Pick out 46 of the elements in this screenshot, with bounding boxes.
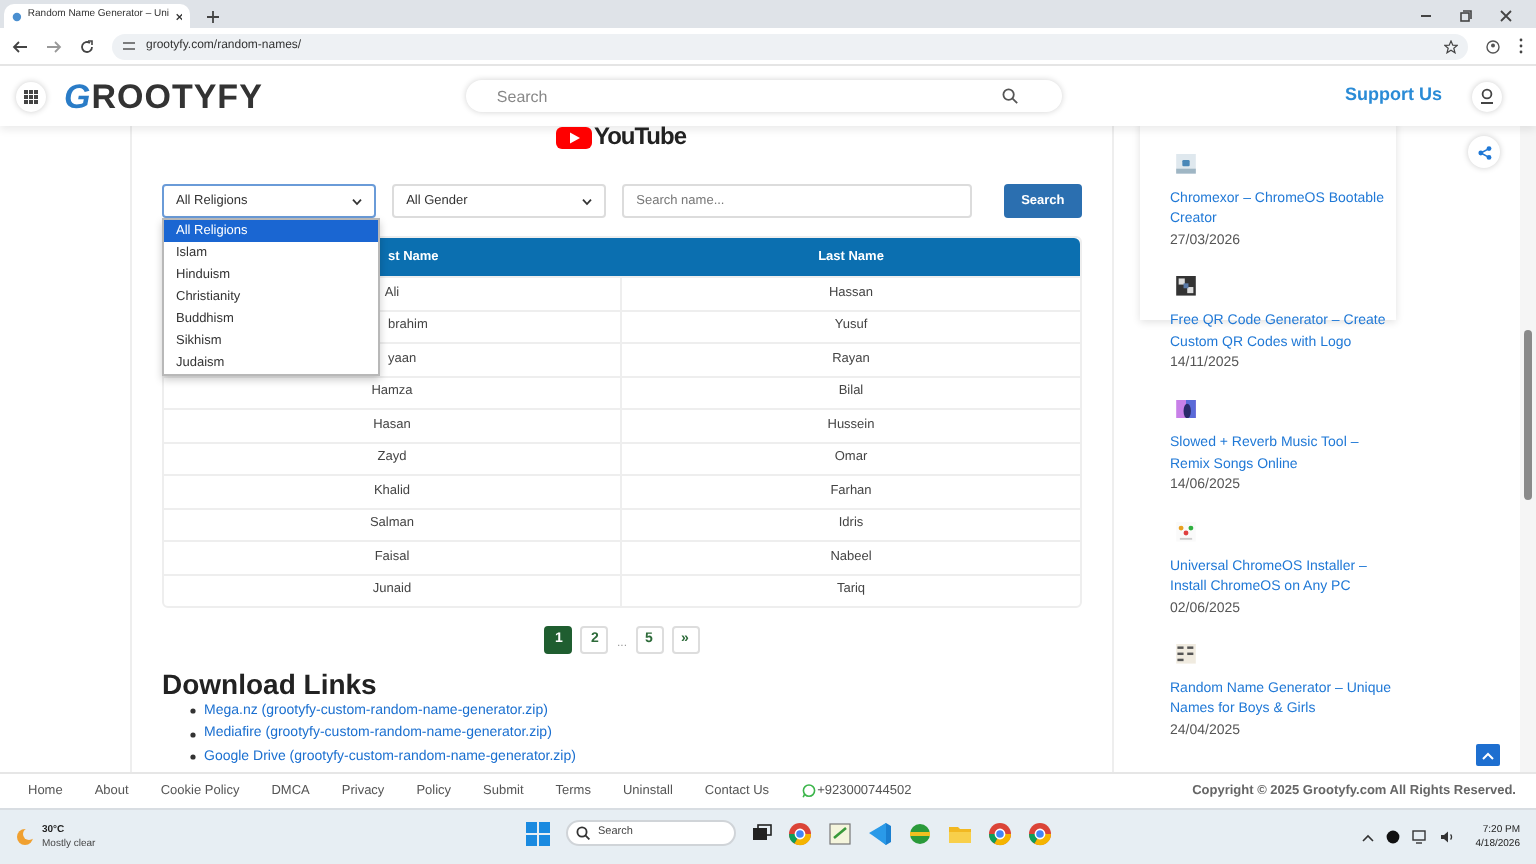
forward-icon[interactable] <box>46 39 62 53</box>
search-icon <box>576 826 590 840</box>
minimize-icon[interactable] <box>1420 10 1432 22</box>
close-icon[interactable] <box>175 11 182 21</box>
start-icon[interactable] <box>526 821 550 845</box>
search-field[interactable]: Search <box>466 80 1063 112</box>
code-editor-icon[interactable] <box>868 821 892 845</box>
back-icon[interactable] <box>12 39 28 53</box>
apps-button[interactable] <box>16 81 46 111</box>
chevron-up-icon <box>1482 751 1494 759</box>
caret-icon <box>582 197 593 205</box>
user-icon <box>1480 88 1494 104</box>
bullet-icon <box>190 754 196 761</box>
moon-icon <box>16 828 34 846</box>
scrollbar[interactable] <box>1520 126 1536 772</box>
bullet-icon <box>190 731 196 738</box>
plus-icon[interactable] <box>206 10 220 24</box>
back-to-top-button[interactable] <box>1476 744 1500 766</box>
scrollbar-thumb[interactable] <box>1524 330 1532 500</box>
menu-icon[interactable] <box>1518 38 1524 54</box>
browser-icon[interactable] <box>988 821 1012 845</box>
close-icon[interactable] <box>1500 10 1512 22</box>
reload-icon[interactable] <box>80 39 94 53</box>
share-button[interactable] <box>1468 136 1500 168</box>
site-logo[interactable]: GROOTYFY <box>64 79 263 113</box>
bullet-icon <box>190 708 196 715</box>
star-icon[interactable] <box>1444 39 1458 53</box>
notepad-icon[interactable] <box>828 821 852 845</box>
caret-icon <box>352 197 363 205</box>
chevron-up-icon[interactable] <box>1361 833 1374 841</box>
grid-icon <box>24 89 38 103</box>
task-view-icon[interactable] <box>752 824 772 842</box>
search-icon[interactable] <box>1002 88 1019 104</box>
share-icon <box>1477 145 1491 159</box>
youtube-logo[interactable]: YouTube <box>555 126 689 152</box>
network-icon[interactable] <box>1411 830 1428 844</box>
chat-icon <box>801 784 816 798</box>
restore-icon[interactable] <box>1460 10 1472 22</box>
browser-icon[interactable] <box>788 821 812 845</box>
speaker-icon[interactable] <box>1439 830 1456 844</box>
section-heading: Download Links <box>162 670 379 700</box>
support-link[interactable]: Support Us <box>1345 82 1442 110</box>
site-settings-icon[interactable] <box>122 40 136 52</box>
account-button[interactable] <box>1472 81 1502 111</box>
browser-icon[interactable] <box>1028 821 1052 845</box>
profile-icon[interactable] <box>1486 39 1500 53</box>
